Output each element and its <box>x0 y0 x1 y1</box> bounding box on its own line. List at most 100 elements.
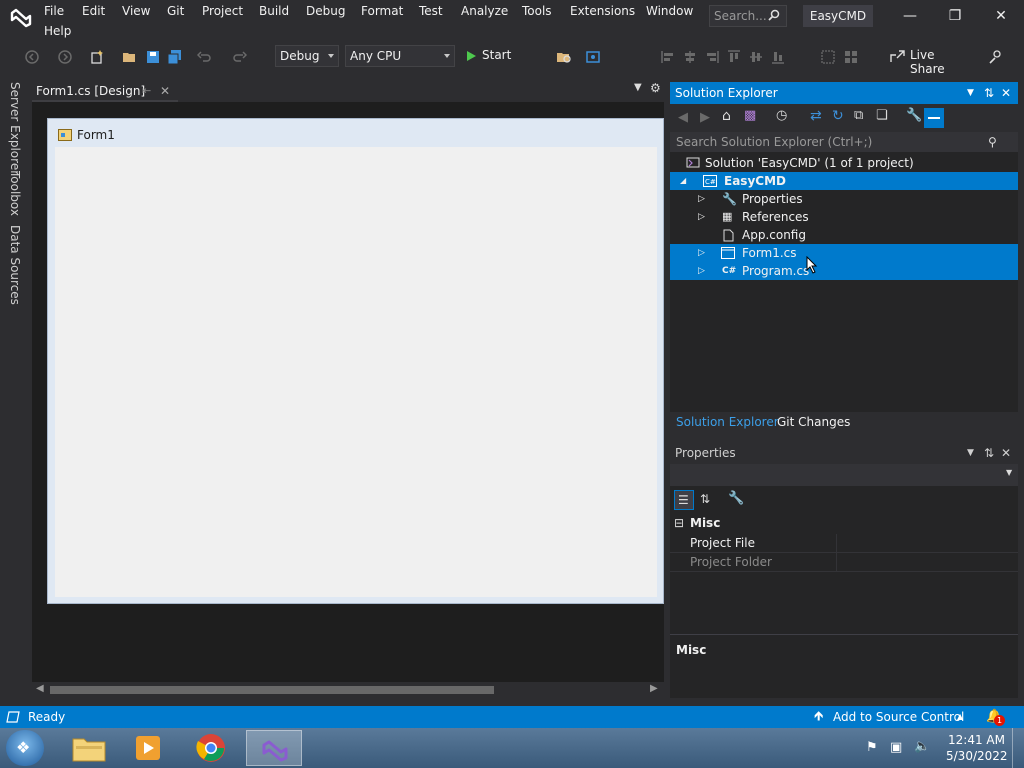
solution-configuration-select[interactable]: Debug <box>275 45 339 67</box>
find-in-files-icon[interactable] <box>556 49 572 65</box>
action-center-icon[interactable]: ▣ <box>890 740 902 755</box>
new-project-icon[interactable] <box>89 49 105 65</box>
align-middles-icon[interactable] <box>748 49 764 65</box>
expanded-triangle-icon[interactable]: ◢ <box>680 172 686 190</box>
menu-debug[interactable]: Debug <box>306 4 345 18</box>
align-lefts-icon[interactable] <box>660 49 676 65</box>
tab-overflow-dropdown-icon[interactable]: ▼ <box>634 82 642 93</box>
sync-icon[interactable]: ⇄ <box>810 108 822 124</box>
align-tops-icon[interactable] <box>726 49 742 65</box>
notifications-button[interactable]: 🔔 1 <box>984 706 1008 728</box>
navigate-forward-icon[interactable] <box>57 49 73 65</box>
solution-platform-select[interactable]: Any CPU <box>345 45 455 67</box>
menu-format[interactable]: Format <box>361 4 403 18</box>
grid-icon[interactable] <box>843 49 859 65</box>
live-share-button[interactable]: Live Share <box>888 45 970 76</box>
save-icon[interactable] <box>145 49 161 65</box>
menu-git[interactable]: Git <box>167 4 184 18</box>
tree-item-form1-cs[interactable]: ▷ Form1.cs <box>670 244 1018 262</box>
restore-button[interactable]: ❐ <box>943 6 967 26</box>
tree-item-app-config[interactable]: App.config <box>670 226 1018 244</box>
browser-link-icon[interactable] <box>585 49 601 65</box>
make-same-size-icon[interactable] <box>820 49 836 65</box>
designer-horizontal-scrollbar[interactable]: ◀ ▶ <box>32 682 664 698</box>
tree-item-project-easycmd[interactable]: ◢ C# EasyCMD <box>670 172 1018 190</box>
tab-solution-explorer[interactable]: Solution Explorer <box>676 415 779 429</box>
tab-git-changes[interactable]: Git Changes <box>777 415 850 429</box>
menu-extensions[interactable]: Extensions <box>570 4 635 18</box>
close-panel-icon[interactable]: ✕ <box>1001 442 1011 464</box>
menu-build[interactable]: Build <box>259 4 289 18</box>
taskbar-visual-studio[interactable] <box>246 730 302 766</box>
property-row-project-file[interactable]: Project File <box>670 534 1018 553</box>
form1-window[interactable]: Form1 <box>47 118 664 604</box>
volume-icon[interactable]: 🔈 <box>914 739 930 754</box>
home-icon[interactable]: ⌂ <box>722 108 731 124</box>
tree-item-references[interactable]: ▷ ▦ References <box>670 208 1018 226</box>
menu-window[interactable]: Window <box>646 4 693 18</box>
collapsed-triangle-icon[interactable]: ▷ <box>698 208 705 226</box>
taskbar-file-explorer[interactable] <box>62 730 118 766</box>
alphabetical-icon[interactable]: ⇅ <box>700 492 710 506</box>
property-row-project-folder[interactable]: Project Folder <box>670 553 1018 572</box>
visual-studio-logo-icon[interactable] <box>8 4 34 30</box>
panel-dropdown-icon[interactable]: ▼ <box>967 442 974 464</box>
properties-wrench-icon[interactable]: 🔧 <box>906 108 922 123</box>
menu-edit[interactable]: Edit <box>82 4 105 18</box>
pin-icon[interactable]: ⇅ <box>984 82 994 104</box>
undo-icon[interactable] <box>197 49 213 65</box>
tab-form1-design[interactable]: Form1.cs [Design] ⇤ ✕ <box>32 80 178 102</box>
minimize-button[interactable]: — <box>898 6 922 26</box>
feedback-icon[interactable] <box>988 49 1004 65</box>
menu-test[interactable]: Test <box>419 4 443 18</box>
settings-gear-icon[interactable]: ⚙ <box>650 81 661 95</box>
close-button[interactable]: ✕ <box>989 6 1013 26</box>
menu-tools[interactable]: Tools <box>522 4 552 18</box>
refresh-icon[interactable]: ↻ <box>832 108 844 124</box>
search-icon[interactable]: ⚲ <box>988 132 997 152</box>
collapsed-triangle-icon[interactable]: ▷ <box>698 190 705 208</box>
preview-selected-button[interactable] <box>924 108 944 128</box>
pin-icon[interactable]: ⇅ <box>984 442 994 464</box>
align-rights-icon[interactable] <box>704 49 720 65</box>
tab-toolbox[interactable]: Toolbox <box>8 171 22 216</box>
navigate-back-icon[interactable] <box>24 49 40 65</box>
align-bottoms-icon[interactable] <box>770 49 786 65</box>
forward-icon[interactable]: ▶ <box>700 110 710 125</box>
menu-help[interactable]: Help <box>44 24 71 38</box>
taskbar-chrome[interactable] <box>184 730 240 766</box>
taskbar-media-player[interactable] <box>122 730 178 766</box>
solution-explorer-search-input[interactable]: Search Solution Explorer (Ctrl+;) ⚲ <box>670 132 1018 152</box>
property-pages-icon[interactable]: 🔧 <box>728 491 744 506</box>
scroll-right-icon[interactable]: ▶ <box>650 683 658 694</box>
tree-item-properties[interactable]: ▷ 🔧 Properties <box>670 190 1018 208</box>
scrollbar-thumb[interactable] <box>50 686 494 694</box>
collapsed-triangle-icon[interactable]: ▷ <box>698 244 705 262</box>
collapse-all-icon[interactable]: ⧉ <box>854 108 863 123</box>
start-orb-button[interactable]: ❖ <box>6 730 44 766</box>
collapse-category-icon[interactable]: ⊟ <box>674 516 684 530</box>
start-button[interactable]: Start <box>462 45 522 67</box>
panel-dropdown-icon[interactable]: ▼ <box>967 82 974 104</box>
pending-changes-filter-icon[interactable]: ◷ <box>776 108 787 123</box>
tree-item-solution[interactable]: Solution 'EasyCMD' (1 of 1 project) <box>670 154 1018 172</box>
properties-object-select[interactable]: ▼ <box>670 464 1018 486</box>
network-error-icon[interactable]: ⚑ <box>866 740 878 755</box>
menu-file[interactable]: File <box>44 4 64 18</box>
tab-server-explorer[interactable]: Server Explorer <box>8 82 22 175</box>
form1-client-area[interactable] <box>55 147 657 597</box>
scroll-left-icon[interactable]: ◀ <box>36 683 44 694</box>
clock-time[interactable]: 12:41 AM <box>948 733 1005 747</box>
close-tab-icon[interactable]: ✕ <box>160 80 170 102</box>
show-desktop-button[interactable] <box>1012 728 1024 768</box>
show-all-files-icon[interactable]: ❏ <box>876 108 888 123</box>
back-icon[interactable]: ◀ <box>678 110 688 125</box>
menu-project[interactable]: Project <box>202 4 243 18</box>
save-all-icon[interactable] <box>167 49 183 65</box>
search-input[interactable]: Search... <box>709 5 787 27</box>
add-to-source-control-button[interactable]: 🡹 Add to Source Control ▲ <box>810 706 970 728</box>
switch-views-icon[interactable]: ▩ <box>744 108 756 123</box>
collapsed-triangle-icon[interactable]: ▷ <box>698 262 705 280</box>
align-centers-icon[interactable] <box>682 49 698 65</box>
redo-icon[interactable] <box>231 49 247 65</box>
